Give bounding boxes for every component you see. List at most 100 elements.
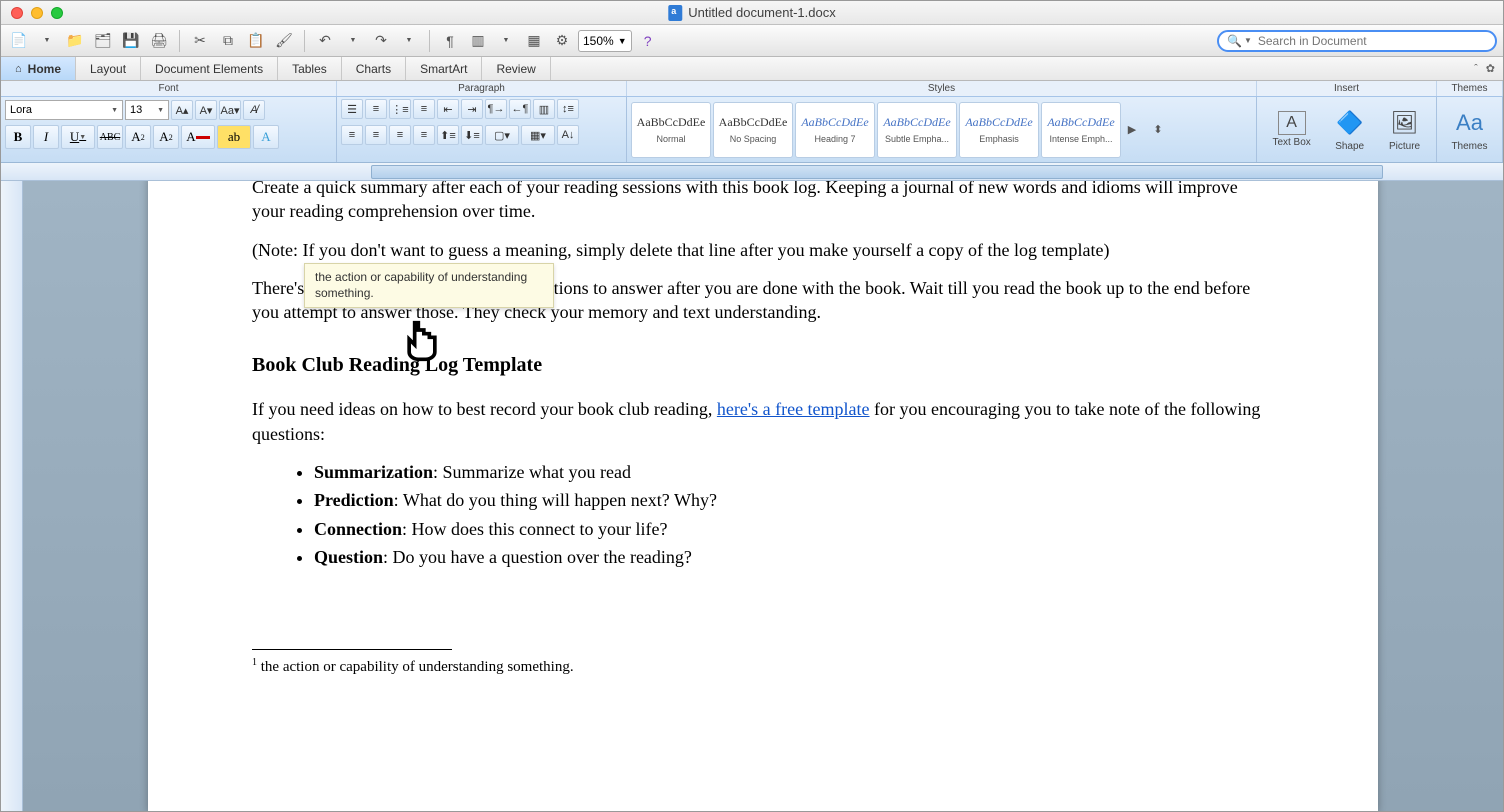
grow-font-button[interactable]: A▴ [171, 100, 193, 120]
align-center-button[interactable]: ≡ [365, 125, 387, 145]
bullets-button[interactable]: ☰ [341, 99, 363, 119]
group-styles-label: Styles [627, 81, 1257, 96]
style-name: Emphasis [979, 134, 1019, 144]
multilevel-button[interactable]: ⋮≡ [389, 99, 411, 119]
document-icon [668, 5, 682, 21]
sidebar-button[interactable]: ▥ [466, 29, 490, 53]
vertical-ruler[interactable] [1, 181, 23, 811]
insert-picture-button[interactable]: 🖼Picture [1389, 107, 1421, 152]
italic-button[interactable]: I [33, 125, 59, 149]
undo-button[interactable]: ↶ [313, 29, 337, 53]
tab-layout[interactable]: Layout [76, 57, 141, 80]
highlight-button[interactable]: ab [217, 125, 251, 149]
text-effects-button[interactable]: A [253, 125, 279, 149]
shrink-font-button[interactable]: A▾ [195, 100, 217, 120]
tab-smartart[interactable]: SmartArt [406, 57, 482, 80]
style-intense-emphasis[interactable]: AaBbCcDdEeIntense Emph... [1041, 102, 1121, 158]
search-input[interactable] [1258, 34, 1487, 48]
style-subtle-emphasis[interactable]: AaBbCcDdEeSubtle Empha... [877, 102, 957, 158]
chevron-down-icon: ▼ [618, 36, 627, 46]
clear-format-button[interactable]: A̸ [243, 100, 265, 120]
toolbox-button[interactable]: ⚙ [550, 29, 574, 53]
decrease-indent-button[interactable]: ⇤ [437, 99, 459, 119]
template-link[interactable]: here's a free template [717, 399, 870, 419]
style-emphasis[interactable]: AaBbCcDdEeEmphasis [959, 102, 1039, 158]
superscript-button[interactable]: A2 [125, 125, 151, 149]
format-painter-button[interactable]: 🖌 [272, 29, 296, 53]
themes-group: AaThemes [1437, 97, 1503, 162]
tab-review[interactable]: Review [482, 57, 550, 80]
align-left-button[interactable]: ≡ [413, 99, 435, 119]
close-button[interactable] [11, 7, 23, 19]
picture-icon: 🖼 [1389, 107, 1421, 139]
document-page[interactable]: Create a quick summary after each of you… [148, 181, 1378, 811]
borders-button[interactable]: ▦▾ [521, 125, 555, 145]
align-left-button[interactable]: ≡ [341, 125, 363, 145]
copy-button[interactable]: ⧉ [216, 29, 240, 53]
sort-button[interactable]: A↓ [557, 125, 579, 145]
spacing-before-button[interactable]: ⬆≡ [437, 125, 459, 145]
document-scroll[interactable]: Create a quick summary after each of you… [23, 181, 1503, 811]
ribbon-settings-button[interactable]: ✿ [1486, 62, 1495, 75]
cut-button[interactable]: ✂ [188, 29, 212, 53]
ltr-button[interactable]: ¶→ [485, 99, 507, 119]
font-color-button[interactable]: A [181, 125, 215, 149]
chevron-down-icon: ▼ [1244, 36, 1252, 45]
style-normal[interactable]: AaBbCcDdEeNormal [631, 102, 711, 158]
rtl-button[interactable]: ←¶ [509, 99, 531, 119]
print-button[interactable]: 🖨 [147, 29, 171, 53]
bold-button[interactable]: B [5, 125, 31, 149]
justify-button[interactable]: ≡ [413, 125, 435, 145]
show-marks-button[interactable]: ¶ [438, 29, 462, 53]
font-size-selector[interactable]: 13▼ [125, 100, 169, 120]
strike-button[interactable]: ABC [97, 125, 123, 149]
style-no-spacing[interactable]: AaBbCcDdEeNo Spacing [713, 102, 793, 158]
new-doc-dropdown[interactable]: ▼ [35, 29, 59, 53]
tab-tables[interactable]: Tables [278, 57, 342, 80]
paste-button[interactable]: 📋 [244, 29, 268, 53]
list-item-term: Connection [314, 519, 402, 539]
themes-button[interactable]: AaThemes [1451, 107, 1487, 152]
redo-dropdown[interactable]: ▼ [397, 29, 421, 53]
insert-shape-button[interactable]: 🔷Shape [1334, 107, 1366, 152]
footnote-tooltip: the action or capability of understandin… [304, 263, 554, 308]
styles-group: AaBbCcDdEeNormal AaBbCcDdEeNo Spacing Aa… [627, 97, 1257, 162]
gallery-button[interactable]: ▦ [522, 29, 546, 53]
style-heading7[interactable]: AaBbCcDdEeHeading 7 [795, 102, 875, 158]
undo-dropdown[interactable]: ▼ [341, 29, 365, 53]
tab-charts[interactable]: Charts [342, 57, 406, 80]
spacing-after-button[interactable]: ⬇≡ [461, 125, 483, 145]
insert-textbox-button[interactable]: AText Box [1272, 111, 1310, 148]
list-item-term: Summarization [314, 462, 433, 482]
tab-document-elements[interactable]: Document Elements [141, 57, 278, 80]
redo-button[interactable]: ↷ [369, 29, 393, 53]
subscript-button[interactable]: A2 [153, 125, 179, 149]
tab-label: Home [28, 62, 61, 76]
open-recent-button[interactable]: 🗂 [91, 29, 115, 53]
line-spacing-button[interactable]: ↕≡ [557, 99, 579, 119]
zoom-selector[interactable]: 150% ▼ [578, 30, 632, 52]
tab-home[interactable]: ⌂Home [1, 57, 76, 80]
help-button[interactable]: ? [636, 29, 660, 53]
change-case-button[interactable]: Aa▾ [219, 100, 241, 120]
minimize-button[interactable] [31, 7, 43, 19]
columns-button[interactable]: ▥ [533, 99, 555, 119]
horizontal-ruler[interactable] [1, 163, 1503, 181]
search-box[interactable]: 🔍 ▼ [1217, 30, 1497, 52]
numbering-button[interactable]: ≡ [365, 99, 387, 119]
sidebar-dropdown[interactable]: ▼ [494, 29, 518, 53]
increase-indent-button[interactable]: ⇥ [461, 99, 483, 119]
open-button[interactable]: 📁 [63, 29, 87, 53]
styles-pane-button[interactable]: ⬍ [1143, 102, 1173, 158]
separator [179, 30, 180, 52]
styles-more-button[interactable]: ▶ [1123, 102, 1141, 158]
collapse-ribbon-button[interactable]: ˆ [1474, 63, 1478, 75]
underline-button[interactable]: U▼ [61, 125, 95, 149]
align-right-button[interactable]: ≡ [389, 125, 411, 145]
new-doc-button[interactable]: 📄 [7, 29, 31, 53]
save-button[interactable]: 💾 [119, 29, 143, 53]
shading-button[interactable]: ▢▾ [485, 125, 519, 145]
maximize-button[interactable] [51, 7, 63, 19]
insert-group: AText Box 🔷Shape 🖼Picture [1257, 97, 1437, 162]
font-name-selector[interactable]: Lora▼ [5, 100, 123, 120]
